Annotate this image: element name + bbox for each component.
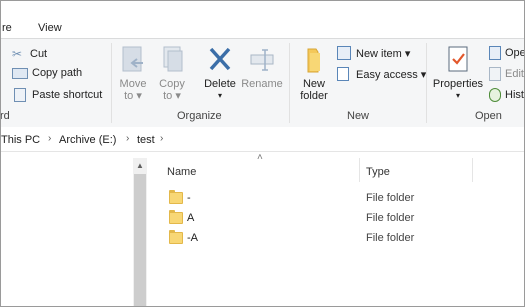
- nav-scrollbar[interactable]: ▲: [133, 158, 147, 307]
- history-label: Hist: [505, 89, 524, 101]
- group-divider: [111, 43, 112, 123]
- history-button[interactable]: Hist: [489, 88, 524, 102]
- navigation-pane[interactable]: [0, 152, 133, 307]
- new-group-label: New: [347, 110, 370, 122]
- sort-caret-icon: ˄: [257, 152, 263, 163]
- tab-share[interactable]: re: [2, 22, 12, 34]
- file-name: A: [187, 212, 195, 224]
- list-item[interactable]: -A File folder: [167, 229, 467, 247]
- ribbon-tabs: re View: [0, 0, 525, 38]
- copy-to-button[interactable]: Copy to ▾: [155, 45, 189, 102]
- chevron-right-icon[interactable]: ›: [48, 133, 51, 144]
- folder-icon: [169, 210, 183, 224]
- delete-label: Delete: [204, 78, 236, 90]
- move-to-icon: [122, 46, 143, 72]
- copy-to-icon: [163, 46, 183, 72]
- delete-x-icon: [209, 47, 231, 71]
- properties-dropdown-icon: ▾: [455, 91, 460, 100]
- cut-button[interactable]: ✂ Cut: [12, 47, 47, 61]
- cut-label: Cut: [30, 48, 48, 60]
- group-divider: [426, 43, 427, 123]
- copy-to-sub: to ▾: [163, 90, 181, 102]
- open-label: Ope: [505, 47, 525, 59]
- rename-label: Rename: [241, 78, 283, 90]
- move-to-label: Move: [119, 78, 147, 90]
- folder-icon: [169, 190, 183, 204]
- new-item-button[interactable]: New item ▾: [337, 46, 410, 60]
- copy-path-icon: [12, 67, 28, 79]
- breadcrumb-this-pc[interactable]: This PC: [1, 134, 40, 146]
- column-header-name[interactable]: Name: [167, 166, 196, 178]
- delete-button[interactable]: Delete ▾: [201, 45, 239, 102]
- new-folder-icon: [307, 48, 320, 73]
- file-name: -: [187, 192, 191, 204]
- move-to-sub: to ▾: [124, 90, 142, 102]
- rename-button[interactable]: Rename: [241, 45, 283, 90]
- properties-button[interactable]: Properties ▾: [431, 45, 485, 102]
- file-list[interactable]: ˄ Name Type - File folder A File folder …: [147, 152, 525, 307]
- chevron-right-icon[interactable]: ›: [160, 133, 163, 144]
- new-folder-sub: folder: [300, 90, 328, 102]
- copy-path-button[interactable]: Copy path: [12, 67, 82, 79]
- easy-access-icon: [337, 67, 349, 81]
- ribbon: ✂ Cut Copy path Paste shortcut rd Move t…: [0, 38, 525, 128]
- easy-access-label: Easy access ▾: [356, 68, 427, 81]
- new-item-label: New item ▾: [356, 47, 411, 60]
- copy-to-label: Copy: [159, 78, 185, 90]
- paste-shortcut-label: Paste shortcut: [32, 89, 103, 101]
- properties-label: Properties: [432, 78, 484, 90]
- delete-dropdown-icon: ▾: [217, 91, 222, 100]
- move-to-button[interactable]: Move to ▾: [116, 45, 150, 102]
- edit-label: Edit: [505, 68, 524, 80]
- list-item[interactable]: A File folder: [167, 209, 467, 227]
- breadcrumb-archive[interactable]: Archive (E:): [59, 134, 116, 146]
- copy-path-label: Copy path: [32, 67, 83, 79]
- file-type: File folder: [366, 192, 415, 204]
- column-header-type[interactable]: Type: [366, 166, 390, 178]
- scissors-icon: ✂: [12, 47, 23, 61]
- folder-icon: [169, 230, 183, 244]
- breadcrumb-test[interactable]: test: [137, 134, 155, 146]
- list-item[interactable]: - File folder: [167, 189, 467, 207]
- address-bar[interactable]: This PC › Archive (E:) › test ›: [0, 127, 525, 152]
- edit-icon: [489, 67, 501, 81]
- open-group-label: Open: [475, 110, 502, 122]
- paste-shortcut-button[interactable]: Paste shortcut: [12, 88, 102, 102]
- new-item-icon: [337, 46, 351, 60]
- organize-group-label: Organize: [177, 110, 222, 122]
- scroll-up-icon[interactable]: ▲: [136, 161, 144, 170]
- file-name: -A: [187, 232, 198, 244]
- new-folder-button[interactable]: New folder: [296, 45, 332, 102]
- rename-icon: [250, 49, 274, 71]
- scrollbar-thumb[interactable]: [134, 174, 146, 307]
- open-icon: [489, 46, 501, 60]
- tab-view[interactable]: View: [38, 22, 62, 34]
- file-type: File folder: [366, 232, 415, 244]
- new-folder-label: New: [302, 78, 325, 90]
- column-divider[interactable]: [359, 158, 360, 182]
- paste-shortcut-icon: [14, 88, 26, 102]
- easy-access-button[interactable]: Easy access ▾: [337, 67, 426, 81]
- history-icon: [489, 88, 501, 102]
- chevron-right-icon[interactable]: ›: [126, 133, 129, 144]
- clipboard-group-label: rd: [0, 110, 10, 122]
- edit-button[interactable]: Edit: [489, 67, 524, 81]
- column-divider[interactable]: [472, 158, 473, 182]
- open-button[interactable]: Ope: [489, 46, 525, 60]
- group-divider: [289, 43, 290, 123]
- file-type: File folder: [366, 212, 415, 224]
- properties-checkmark-icon: [448, 46, 468, 72]
